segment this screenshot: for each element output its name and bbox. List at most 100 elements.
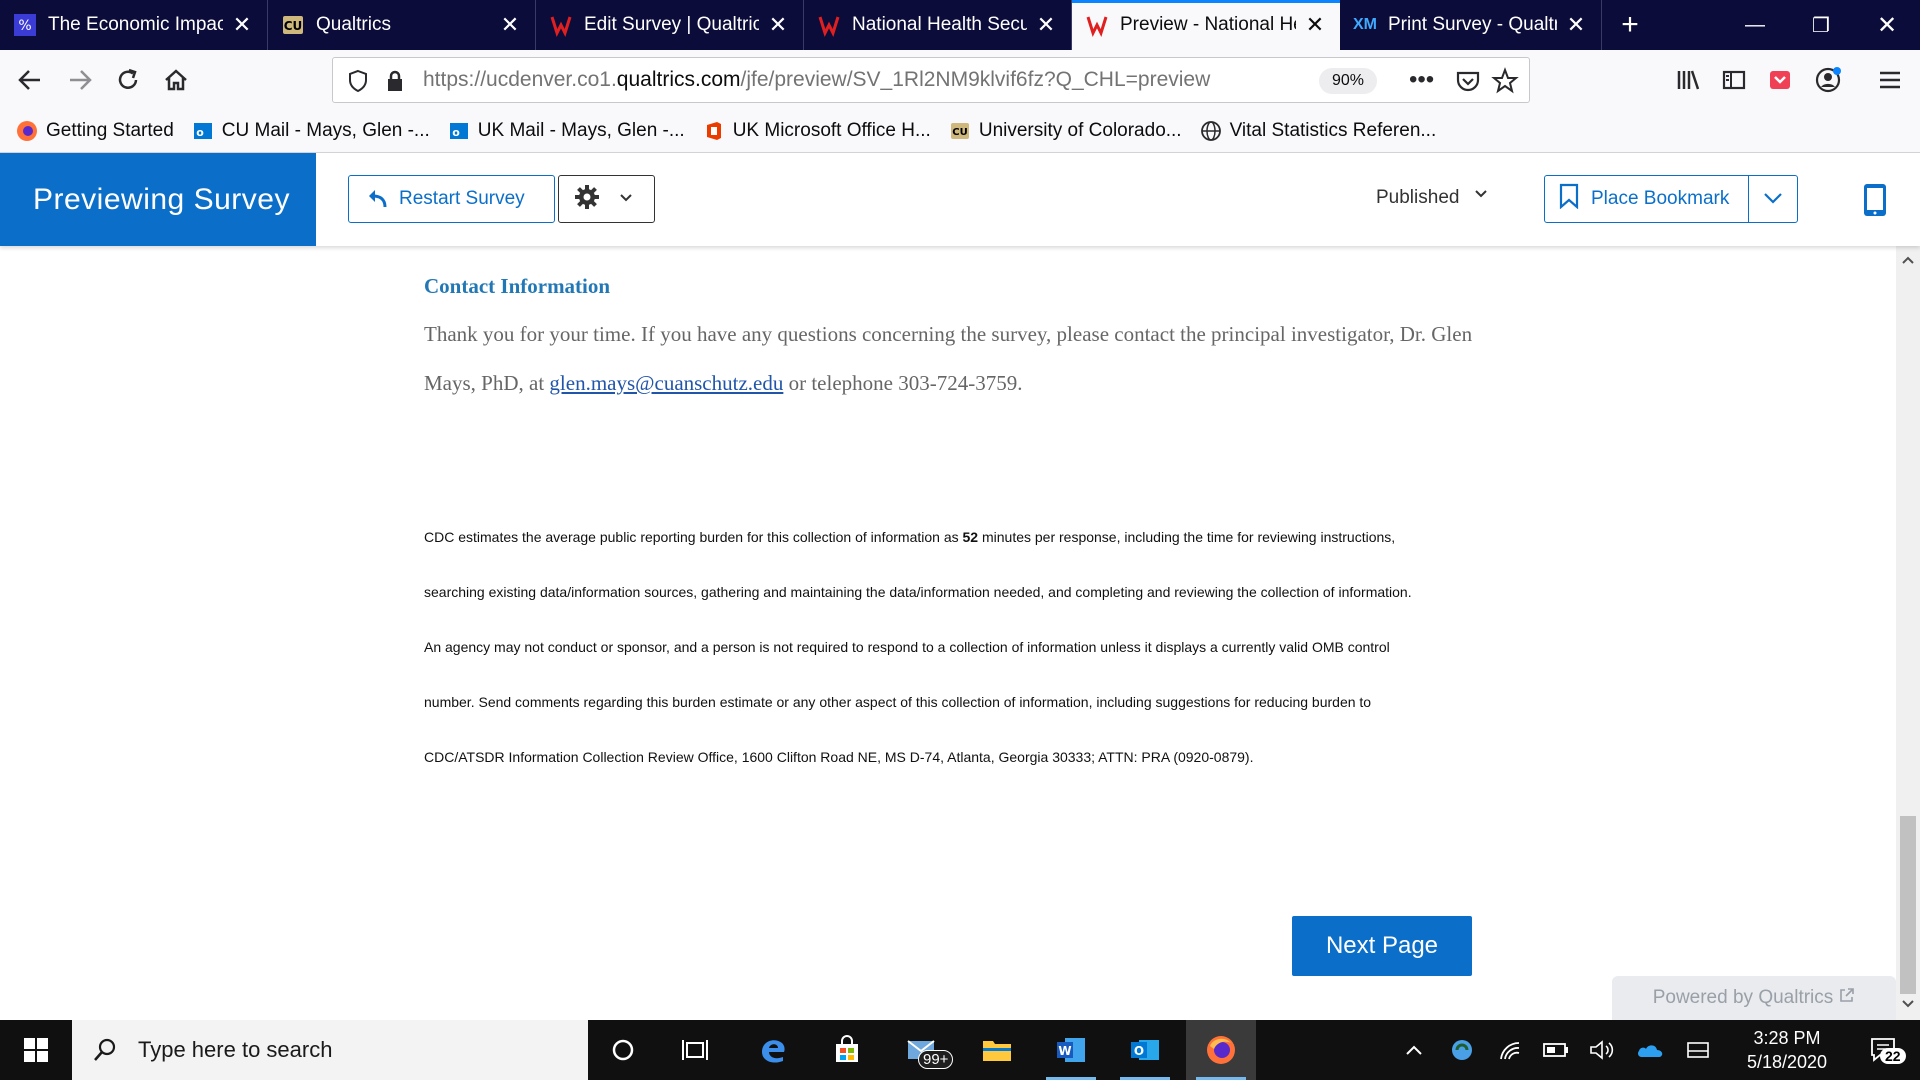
- store-icon[interactable]: [812, 1020, 882, 1080]
- library-icon[interactable]: [1668, 60, 1708, 100]
- clock-time: 3:28 PM: [1753, 1028, 1821, 1048]
- new-tab-button[interactable]: +: [1602, 0, 1658, 50]
- file-explorer-icon[interactable]: [962, 1020, 1032, 1080]
- qualtrics-icon: [1084, 12, 1110, 38]
- back-arrow-icon[interactable]: [10, 60, 50, 100]
- shield-icon[interactable]: [347, 69, 369, 98]
- mail-icon[interactable]: 99+: [888, 1020, 958, 1080]
- minimize-button[interactable]: —: [1722, 0, 1788, 50]
- published-status[interactable]: Published: [1376, 187, 1459, 209]
- bookmark-vital-statistics[interactable]: Vital Statistics Referen...: [1200, 120, 1436, 142]
- tab-edit-survey[interactable]: Edit Survey | Qualtrics ✕: [536, 0, 804, 50]
- account-icon[interactable]: [1808, 60, 1848, 100]
- svg-text:o: o: [196, 126, 204, 139]
- firefox-icon[interactable]: [1186, 1020, 1256, 1080]
- task-view-icon[interactable]: [660, 1020, 730, 1080]
- restore-button[interactable]: ❐: [1788, 0, 1854, 50]
- navigation-toolbar: https://ucdenver.co1.qualtrics.com/jfe/p…: [0, 50, 1920, 110]
- undo-arrow-icon: [365, 187, 389, 211]
- mobile-preview-icon[interactable]: [1862, 183, 1888, 217]
- external-link-icon: [1839, 987, 1855, 1009]
- edge-icon[interactable]: [738, 1020, 808, 1080]
- close-window-button[interactable]: ✕: [1854, 0, 1920, 50]
- word-icon[interactable]: W: [1036, 1020, 1106, 1080]
- chevron-down-icon[interactable]: [1896, 996, 1920, 1016]
- lock-icon[interactable]: [385, 69, 405, 98]
- chevron-down-icon: [1763, 188, 1783, 210]
- bookmark-dropdown-toggle[interactable]: [1749, 188, 1797, 210]
- battery-icon[interactable]: [1538, 1020, 1574, 1080]
- bookmark-uk-office[interactable]: UK Microsoft Office H...: [703, 120, 931, 142]
- keyboard-icon[interactable]: [1680, 1020, 1716, 1080]
- place-bookmark-main[interactable]: Place Bookmark: [1545, 176, 1750, 222]
- volume-icon[interactable]: [1584, 1020, 1620, 1080]
- bookmark-uk-mail[interactable]: o UK Mail - Mays, Glen -...: [448, 120, 685, 142]
- cortana-icon[interactable]: [588, 1020, 658, 1080]
- email-link[interactable]: glen.mays@cuanschutz.edu: [549, 371, 783, 395]
- chevron-up-icon[interactable]: [1396, 1020, 1432, 1080]
- tab-national-health[interactable]: National Health Securi ✕: [804, 0, 1072, 50]
- sync-status-icon[interactable]: [1444, 1020, 1480, 1080]
- notification-center-icon[interactable]: 22: [1858, 1020, 1908, 1080]
- xm-icon: XM: [1353, 16, 1377, 33]
- powered-by-qualtrics-link[interactable]: Powered by Qualtrics: [1612, 976, 1896, 1020]
- close-icon[interactable]: ✕: [1033, 12, 1059, 38]
- survey-content: Contact Information Thank you for your t…: [0, 246, 1896, 1020]
- page-scrollbar[interactable]: [1896, 246, 1920, 1020]
- place-bookmark-button[interactable]: Place Bookmark: [1544, 175, 1798, 223]
- tab-title: The Economic Impact: [48, 14, 223, 35]
- close-icon[interactable]: ✕: [229, 12, 255, 38]
- close-icon[interactable]: ✕: [765, 12, 791, 38]
- pocket-icon[interactable]: [1455, 68, 1481, 99]
- browser-tab-strip: % The Economic Impact ✕ CU Qualtrics ✕ E…: [0, 0, 1920, 50]
- wifi-icon[interactable]: [1492, 1020, 1528, 1080]
- burden-line: CDC estimates the average public reporti…: [424, 529, 1396, 545]
- notification-count: 22: [1880, 1048, 1906, 1064]
- forward-arrow-icon[interactable]: [60, 60, 100, 100]
- office-icon: [703, 120, 725, 142]
- windows-start-icon[interactable]: [0, 1020, 72, 1080]
- sidebar-icon[interactable]: [1714, 60, 1754, 100]
- qualtrics-icon: [816, 12, 842, 38]
- zoom-indicator[interactable]: 90%: [1319, 68, 1377, 94]
- tab-qualtrics[interactable]: CU Qualtrics ✕: [268, 0, 536, 50]
- bookmark-university-colorado[interactable]: CU University of Colorado...: [949, 120, 1182, 142]
- svg-text:W: W: [1058, 1044, 1071, 1058]
- next-page-button[interactable]: Next Page: [1292, 916, 1472, 976]
- tab-title: Edit Survey | Qualtrics: [584, 14, 759, 35]
- onedrive-icon[interactable]: [1632, 1020, 1668, 1080]
- tab-print-survey[interactable]: XM Print Survey - Qualtric ✕: [1340, 0, 1602, 50]
- firefox-icon: [16, 120, 38, 142]
- chevron-down-icon[interactable]: [1474, 187, 1488, 205]
- search-icon: [92, 1037, 118, 1063]
- tab-economic-impact[interactable]: % The Economic Impact ✕: [0, 0, 268, 50]
- bookmark-icon: [1559, 183, 1579, 215]
- close-icon[interactable]: ✕: [1302, 12, 1328, 38]
- scrollbar-thumb[interactable]: [1900, 816, 1916, 994]
- url-bar[interactable]: https://ucdenver.co1.qualtrics.com/jfe/p…: [332, 57, 1530, 103]
- burden-line: CDC/ATSDR Information Collection Review …: [424, 749, 1254, 765]
- chevron-up-icon[interactable]: [1896, 252, 1920, 272]
- home-icon[interactable]: [156, 60, 196, 100]
- burden-line: searching existing data/information sour…: [424, 584, 1412, 600]
- outlook-icon: o: [448, 120, 470, 142]
- tab-preview-active[interactable]: Preview - National He ✕: [1072, 0, 1340, 50]
- more-actions-icon[interactable]: •••: [1409, 66, 1434, 94]
- previewing-survey-title: Previewing Survey: [0, 153, 316, 246]
- bookmark-getting-started[interactable]: Getting Started: [16, 120, 174, 142]
- close-icon[interactable]: ✕: [497, 12, 523, 38]
- svg-text:%: %: [18, 18, 31, 34]
- taskbar-search-box[interactable]: Type here to search: [72, 1020, 588, 1080]
- reload-icon[interactable]: [108, 60, 148, 100]
- pocket-extension-icon[interactable]: [1760, 60, 1800, 100]
- outlook-icon: o: [192, 120, 214, 142]
- star-icon[interactable]: [1491, 67, 1519, 100]
- restart-survey-button[interactable]: Restart Survey: [348, 175, 555, 223]
- taskbar-clock[interactable]: 3:28 PM 5/18/2020: [1722, 1026, 1852, 1074]
- menu-icon[interactable]: [1870, 60, 1910, 100]
- settings-dropdown-button[interactable]: [558, 175, 655, 223]
- close-icon[interactable]: ✕: [1563, 12, 1589, 38]
- tab-title: Preview - National He: [1120, 14, 1296, 35]
- bookmark-cu-mail[interactable]: o CU Mail - Mays, Glen -...: [192, 120, 430, 142]
- outlook-icon[interactable]: O: [1110, 1020, 1180, 1080]
